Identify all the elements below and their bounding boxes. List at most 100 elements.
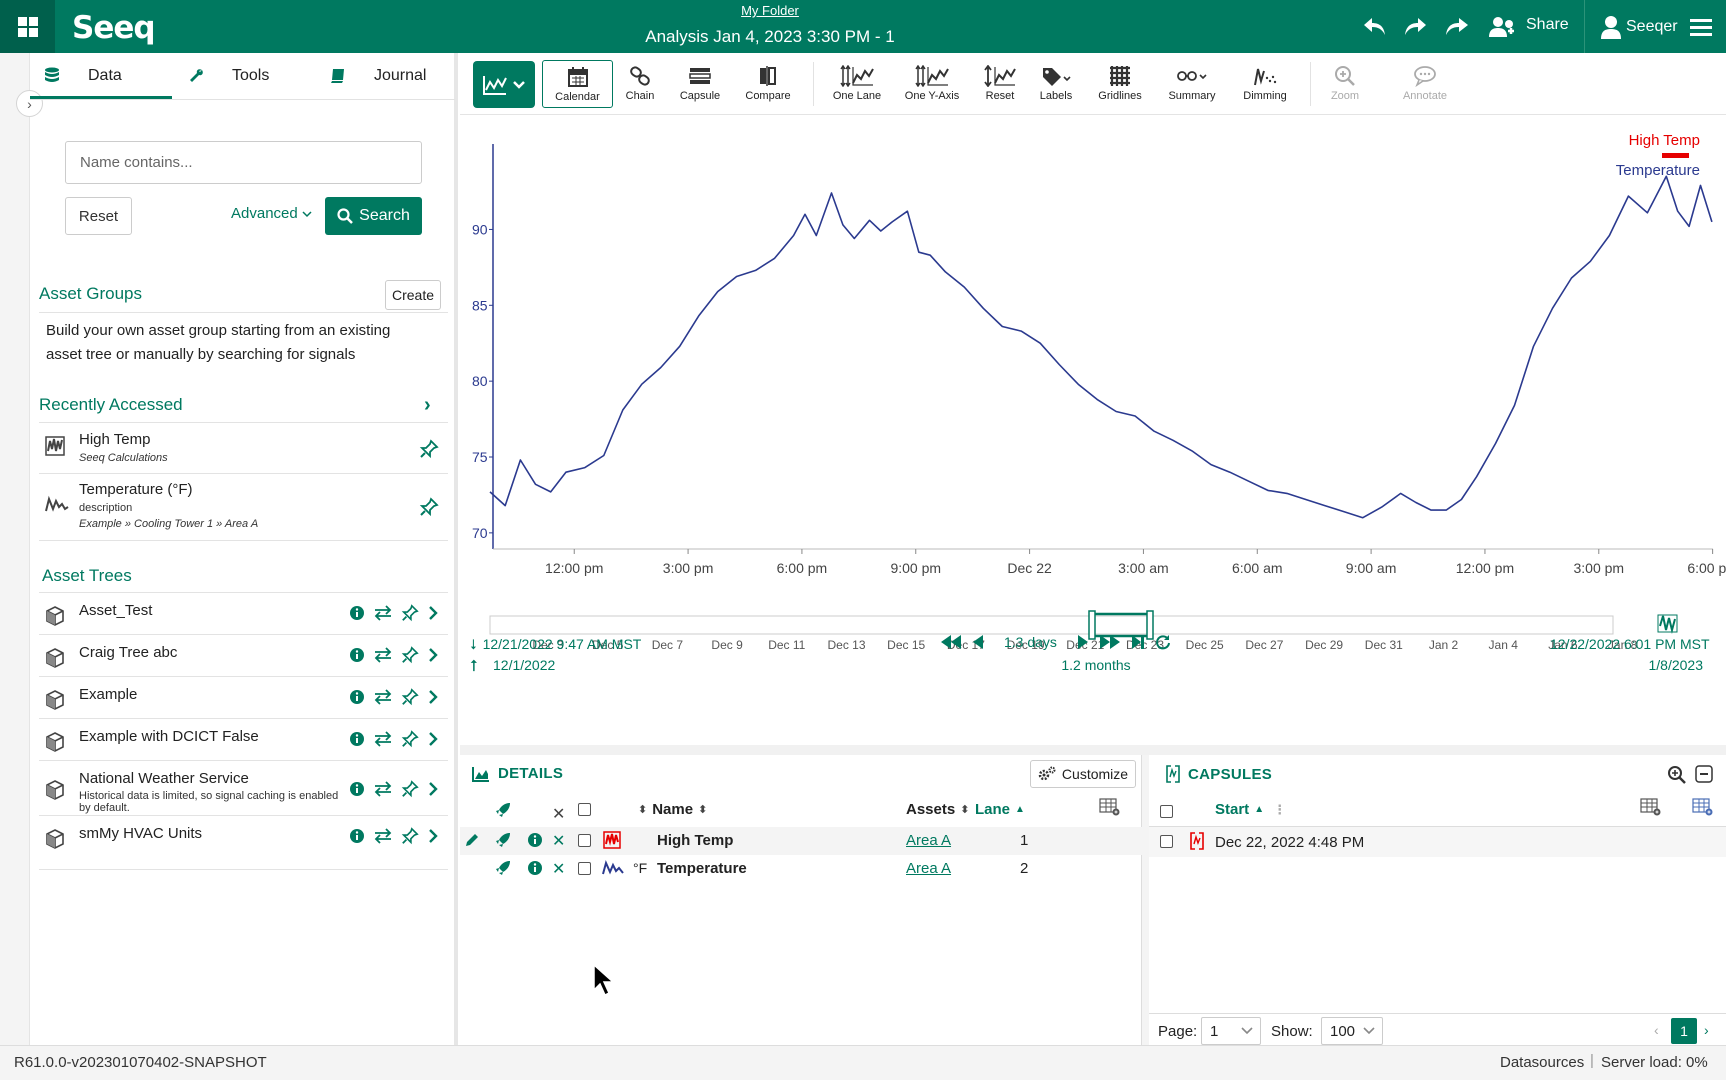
pin-icon[interactable] bbox=[401, 646, 419, 664]
pencil-icon[interactable] bbox=[464, 832, 480, 848]
info-icon[interactable] bbox=[349, 647, 365, 663]
redo-icon[interactable] bbox=[1400, 12, 1430, 42]
share-button[interactable]: Share bbox=[1526, 16, 1569, 34]
table-add-property-icon[interactable] bbox=[1692, 798, 1714, 816]
asset-link[interactable]: Area A bbox=[906, 860, 951, 877]
zoom-to-capsule-icon[interactable] bbox=[1667, 765, 1687, 785]
column-start[interactable]: Start ▲ ⋮ bbox=[1215, 801, 1286, 818]
pin-icon[interactable] bbox=[401, 730, 419, 748]
search-button[interactable]: Search bbox=[325, 197, 422, 235]
reset-button[interactable]: Reset bbox=[65, 197, 132, 235]
display-range-start[interactable]: ⭣ 12/21/2022 9:47 AM MST bbox=[470, 636, 641, 653]
share-users-icon[interactable] bbox=[1486, 12, 1520, 42]
search-input[interactable] bbox=[65, 141, 422, 184]
info-icon[interactable] bbox=[527, 832, 543, 848]
row-checkbox[interactable] bbox=[578, 862, 591, 875]
info-icon[interactable] bbox=[527, 860, 543, 876]
swap-icon[interactable] bbox=[373, 731, 393, 747]
pin-icon[interactable] bbox=[419, 497, 439, 520]
swap-icon[interactable] bbox=[373, 781, 393, 797]
info-icon[interactable] bbox=[349, 731, 365, 747]
overview-strip[interactable] bbox=[489, 615, 1614, 635]
chain-button[interactable]: Chain bbox=[617, 60, 663, 108]
select-all-checkbox[interactable] bbox=[578, 803, 591, 816]
pin-icon[interactable] bbox=[401, 780, 419, 798]
undo-icon[interactable] bbox=[1360, 12, 1390, 42]
chevron-right-icon[interactable] bbox=[427, 605, 439, 621]
annotate-button[interactable]: Annotate bbox=[1394, 60, 1456, 108]
panel-resize-handle[interactable] bbox=[460, 745, 1726, 755]
tab-tools[interactable]: Tools bbox=[188, 53, 269, 99]
remove-all-icon[interactable]: ✕ bbox=[552, 804, 565, 824]
one-lane-button[interactable]: One Lane bbox=[828, 60, 886, 108]
overview-start-date[interactable]: 12/1/2022 bbox=[493, 657, 555, 673]
chevron-right-icon[interactable] bbox=[427, 781, 439, 797]
panel-splitter[interactable] bbox=[1142, 755, 1149, 1045]
asset-link[interactable]: Area A bbox=[906, 832, 951, 849]
column-resize-icon[interactable]: ⋮ bbox=[1273, 802, 1286, 818]
gridlines-button[interactable]: Gridlines bbox=[1093, 60, 1147, 108]
step-back-icon[interactable] bbox=[972, 634, 984, 650]
one-y-axis-button[interactable]: One Y-Axis bbox=[902, 60, 962, 108]
chevron-right-icon[interactable]: › bbox=[424, 394, 431, 417]
display-duration[interactable]: 1.3 days bbox=[1004, 634, 1057, 650]
page-size-select[interactable]: 100 bbox=[1321, 1017, 1383, 1045]
table-add-column-icon[interactable] bbox=[1640, 798, 1662, 816]
user-icon[interactable] bbox=[1596, 12, 1626, 42]
collapse-panel-icon[interactable] bbox=[1695, 765, 1713, 783]
temperature-series-line[interactable] bbox=[489, 175, 1713, 519]
swap-icon[interactable] bbox=[373, 689, 393, 705]
rocket-icon[interactable] bbox=[495, 832, 511, 848]
server-load[interactable]: Server load: 0% bbox=[1601, 1054, 1708, 1071]
next-page-icon[interactable]: › bbox=[1704, 1022, 1709, 1038]
view-selector-button[interactable] bbox=[473, 61, 535, 108]
step-forward-full-icon[interactable] bbox=[1099, 634, 1121, 650]
row-checkbox[interactable] bbox=[578, 834, 591, 847]
labels-button[interactable]: Labels bbox=[1035, 60, 1077, 108]
capsule-row-checkbox[interactable] bbox=[1160, 835, 1173, 848]
recently-accessed-title[interactable]: Recently Accessed bbox=[39, 395, 183, 415]
swap-icon[interactable] bbox=[373, 605, 393, 621]
advanced-search-toggle[interactable]: Advanced bbox=[231, 205, 312, 222]
create-asset-group-button[interactable]: Create bbox=[385, 280, 441, 310]
info-icon[interactable] bbox=[349, 781, 365, 797]
swap-icon[interactable] bbox=[373, 647, 393, 663]
customize-button[interactable]: Customize bbox=[1030, 760, 1136, 788]
prev-page-icon[interactable]: ‹ bbox=[1654, 1022, 1659, 1038]
column-assets[interactable]: Assets ⬍ bbox=[906, 801, 969, 818]
column-lane[interactable]: Lane ▲ bbox=[975, 801, 1025, 818]
pin-icon[interactable] bbox=[419, 439, 439, 462]
asset-tree-item[interactable]: National Weather Service Historical data … bbox=[39, 766, 448, 816]
recent-item-high-temp[interactable]: High Temp Seeq Calculations bbox=[39, 431, 448, 473]
step-to-end-icon[interactable] bbox=[1131, 634, 1145, 650]
summary-button[interactable]: Summary bbox=[1163, 60, 1221, 108]
expand-panel-button[interactable]: › bbox=[16, 90, 43, 117]
info-icon[interactable] bbox=[349, 689, 365, 705]
column-name[interactable]: ⬍ Name ⬍ bbox=[638, 801, 707, 818]
remove-item-icon[interactable]: ✕ bbox=[552, 859, 565, 879]
hamburger-menu-icon[interactable] bbox=[1686, 12, 1716, 42]
auto-update-icon[interactable] bbox=[1155, 634, 1171, 650]
analysis-title[interactable]: Analysis Jan 4, 2023 3:30 PM - 1 bbox=[0, 27, 1540, 47]
user-menu[interactable]: Seeqer bbox=[1626, 18, 1678, 36]
overview-end-date[interactable]: 1/8/2023 bbox=[1649, 657, 1704, 673]
chevron-right-icon[interactable] bbox=[427, 689, 439, 705]
reset-axis-button[interactable]: Reset bbox=[980, 60, 1020, 108]
table-add-column-icon[interactable] bbox=[1099, 798, 1121, 816]
select-all-capsules-checkbox[interactable] bbox=[1160, 805, 1173, 818]
rocket-icon[interactable] bbox=[495, 860, 511, 876]
remove-item-icon[interactable]: ✕ bbox=[552, 831, 565, 851]
page-select[interactable]: 1 bbox=[1201, 1017, 1261, 1045]
pin-icon[interactable] bbox=[401, 827, 419, 845]
pin-icon[interactable] bbox=[401, 688, 419, 706]
zoom-button[interactable]: Zoom bbox=[1326, 60, 1364, 108]
step-back-full-icon[interactable] bbox=[940, 634, 962, 650]
chevron-right-icon[interactable] bbox=[427, 647, 439, 663]
overview-duration[interactable]: 1.2 months bbox=[1061, 657, 1130, 673]
share-forward-icon[interactable] bbox=[1441, 12, 1471, 42]
info-icon[interactable] bbox=[349, 828, 365, 844]
capsule-button[interactable]: Capsule bbox=[673, 60, 727, 108]
dimming-button[interactable]: Dimming bbox=[1238, 60, 1292, 108]
datasources-link[interactable]: Datasources bbox=[1500, 1054, 1584, 1071]
folder-link[interactable]: My Folder bbox=[0, 3, 1540, 18]
